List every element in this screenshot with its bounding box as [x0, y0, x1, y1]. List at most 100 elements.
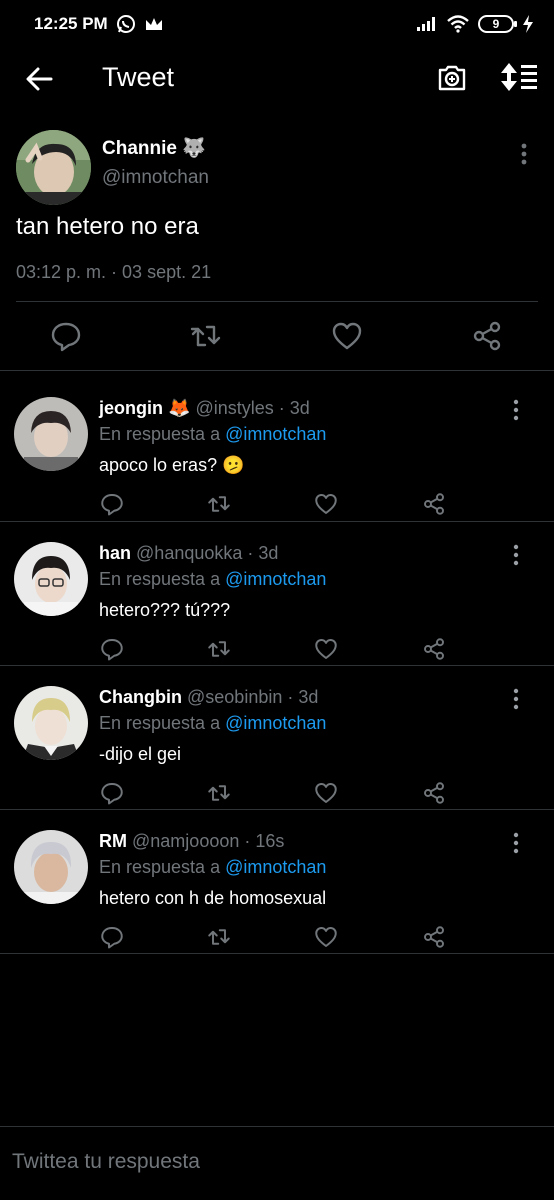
retweet-button[interactable]: [206, 781, 230, 805]
reply-tweet[interactable]: han @hanquokka · 3d En respuesta a @imno…: [0, 522, 554, 666]
status-left: 12:25 PM: [34, 14, 164, 34]
main-tweet: Channie 🐺 @imnotchan tan hetero no era 0…: [0, 112, 554, 370]
retweet-button[interactable]: [206, 925, 230, 949]
more-vertical-icon: [514, 142, 534, 166]
avatar[interactable]: [14, 542, 88, 616]
tweet-text: hetero con h de homosexual: [99, 888, 327, 908]
share-button[interactable]: [471, 320, 503, 352]
more-options-button[interactable]: [506, 832, 526, 854]
author-emoji: 🐺: [182, 138, 206, 159]
reply-input[interactable]: [12, 1147, 532, 1177]
mention-link[interactable]: @imnotchan: [225, 424, 326, 444]
like-button[interactable]: [314, 925, 338, 949]
reply-tweet[interactable]: Changbin @seobinbin · 3d En respuesta a …: [0, 666, 554, 810]
avatar[interactable]: [14, 397, 88, 471]
signal-icon: [416, 16, 438, 32]
like-button[interactable]: [314, 492, 338, 516]
battery-level: 9: [492, 17, 500, 31]
reply-button[interactable]: [100, 781, 124, 805]
tweet-text: hetero??? tú???: [99, 600, 231, 620]
tweet-actions: [0, 781, 554, 807]
tweet-text: -dijo el gei: [99, 744, 182, 764]
avatar[interactable]: [14, 686, 88, 760]
share-button[interactable]: [422, 637, 446, 661]
like-button[interactable]: [314, 637, 338, 661]
page-title: Tweet: [102, 62, 175, 92]
share-icon: [422, 781, 446, 805]
more-options-button[interactable]: [506, 399, 526, 421]
more-vertical-icon: [506, 399, 526, 421]
share-icon: [422, 637, 446, 661]
share-icon: [422, 925, 446, 949]
camera-add-icon: [436, 62, 470, 94]
tweet-timestamp: 03:12 p. m. · 03 sept. 21: [16, 262, 212, 282]
battery-icon: 9: [478, 15, 517, 33]
like-icon: [314, 925, 338, 949]
like-button[interactable]: [331, 320, 363, 352]
top-app-bar: Tweet: [0, 48, 554, 110]
reply-context: En respuesta a @imnotchan: [99, 713, 326, 734]
reply-button[interactable]: [100, 492, 124, 516]
reply-header: jeongin 🦊 @instyles · 3d: [99, 398, 310, 419]
reply-context: En respuesta a @imnotchan: [99, 569, 326, 590]
author-handle[interactable]: @imnotchan: [102, 167, 209, 189]
author-name[interactable]: jeongin: [99, 398, 163, 418]
reply-tweet[interactable]: RM @namjoooon · 16s En respuesta a @imno…: [0, 810, 554, 954]
retweet-icon: [206, 492, 230, 516]
retweet-icon: [206, 781, 230, 805]
crown-icon: [144, 16, 164, 32]
status-right: 9: [416, 15, 534, 33]
camera-add-button[interactable]: [436, 62, 470, 96]
author-handle[interactable]: @namjoooon · 16s: [132, 831, 284, 851]
share-button[interactable]: [422, 492, 446, 516]
wifi-icon: [446, 15, 470, 33]
back-button[interactable]: [22, 63, 56, 95]
like-icon: [314, 781, 338, 805]
reply-header: han @hanquokka · 3d: [99, 543, 278, 564]
retweet-button[interactable]: [206, 637, 230, 661]
tweet-actions: [0, 925, 554, 951]
retweet-button[interactable]: [206, 492, 230, 516]
tweet-actions: [0, 637, 554, 663]
more-options-button[interactable]: [506, 688, 526, 710]
tweet-text: apoco lo eras? 🫤: [99, 455, 245, 475]
reply-button[interactable]: [50, 320, 82, 352]
sort-icon: [500, 62, 540, 92]
reply-icon: [100, 781, 124, 805]
reply-prefix: En respuesta a: [99, 569, 221, 589]
reply-prefix: En respuesta a: [99, 713, 221, 733]
author-name[interactable]: han: [99, 543, 131, 563]
more-options-button[interactable]: [514, 142, 534, 166]
more-options-button[interactable]: [506, 544, 526, 566]
author-name[interactable]: RM: [99, 831, 127, 851]
mention-link[interactable]: @imnotchan: [225, 569, 326, 589]
like-button[interactable]: [314, 781, 338, 805]
status-bar: 12:25 PM 9: [0, 0, 554, 48]
reply-icon: [100, 637, 124, 661]
retweet-icon: [190, 320, 222, 352]
share-button[interactable]: [422, 925, 446, 949]
author-name[interactable]: Channie 🐺: [102, 136, 206, 160]
reply-tweet[interactable]: jeongin 🦊 @instyles · 3d En respuesta a …: [0, 377, 554, 521]
reply-button[interactable]: [100, 925, 124, 949]
reply-header: Changbin @seobinbin · 3d: [99, 687, 318, 708]
status-time: 12:25 PM: [34, 14, 108, 33]
author-name[interactable]: Changbin: [99, 687, 182, 707]
author-handle[interactable]: @seobinbin · 3d: [187, 687, 318, 707]
reply-icon: [50, 320, 82, 352]
mention-link[interactable]: @imnotchan: [225, 713, 326, 733]
fox-emoji: 🦊: [168, 398, 191, 418]
mention-link[interactable]: @imnotchan: [225, 857, 326, 877]
retweet-button[interactable]: [190, 320, 222, 352]
sort-button[interactable]: [500, 62, 540, 96]
like-icon: [331, 320, 363, 352]
divider: [0, 370, 554, 371]
author-handle[interactable]: @hanquokka · 3d: [136, 543, 278, 563]
reply-button[interactable]: [100, 637, 124, 661]
compose-bar: [0, 1126, 554, 1200]
author-handle[interactable]: @instyles · 3d: [195, 398, 309, 418]
avatar[interactable]: [16, 130, 91, 205]
reply-context: En respuesta a @imnotchan: [99, 857, 326, 878]
avatar[interactable]: [14, 830, 88, 904]
share-button[interactable]: [422, 781, 446, 805]
